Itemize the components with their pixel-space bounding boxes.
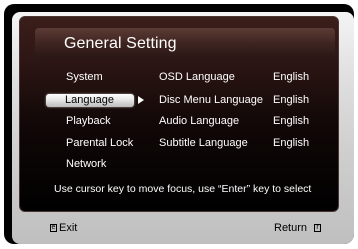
sidebar-item-network[interactable]: Network (66, 158, 106, 171)
setting-osd-language-value[interactable]: English (273, 71, 309, 84)
sidebar-item-playback[interactable]: Playback (66, 115, 111, 128)
setting-osd-language-label[interactable]: OSD Language (159, 71, 235, 84)
arrow-right-icon (138, 96, 144, 104)
help-text: Use cursor key to move focus, use “Enter… (54, 183, 312, 195)
exit-key-icon: e (50, 224, 57, 232)
setting-subtitle-language-value[interactable]: English (273, 137, 309, 150)
setting-disc-menu-language-value[interactable]: English (273, 94, 309, 107)
exit-label[interactable]: Exit (59, 222, 77, 235)
return-label[interactable]: Return (274, 222, 307, 235)
setting-audio-language-label[interactable]: Audio Language (159, 115, 239, 128)
sidebar-item-language[interactable]: Language (46, 94, 134, 107)
setting-disc-menu-language-label[interactable]: Disc Menu Language (159, 94, 263, 107)
page-title: General Setting (64, 35, 177, 52)
sidebar-item-system[interactable]: System (66, 71, 103, 84)
setting-subtitle-language-label[interactable]: Subtitle Language (159, 137, 248, 150)
setting-audio-language-value[interactable]: English (273, 115, 309, 128)
sidebar-item-parental-lock[interactable]: Parental Lock (66, 137, 133, 150)
return-key-icon: r (314, 224, 321, 232)
